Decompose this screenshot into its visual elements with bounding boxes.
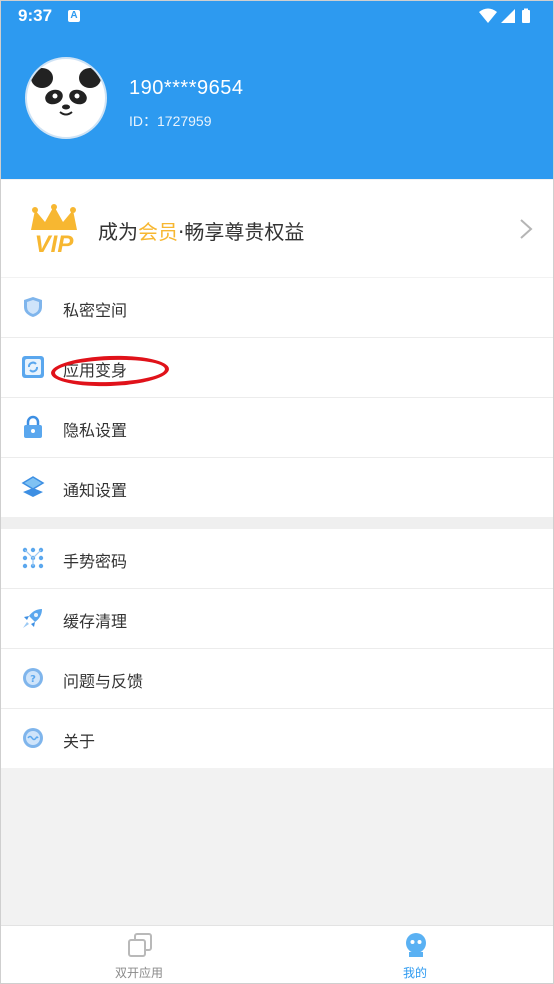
info-icon <box>23 728 43 748</box>
lock-icon <box>24 415 42 438</box>
tab-label: 我的 <box>402 966 427 980</box>
chevron-right-icon <box>520 219 533 239</box>
svg-text:VIP: VIP <box>35 231 75 258</box>
dual-apps-icon <box>128 933 152 957</box>
status-icons <box>479 8 530 23</box>
question-icon: ? <box>23 668 43 688</box>
refresh-icon <box>22 356 44 378</box>
vip-highlight: 会员 <box>138 220 178 244</box>
signal-icon <box>501 9 515 23</box>
vip-banner[interactable]: VIP 成为会员·畅享尊贵权益 <box>1 180 553 277</box>
bottom-nav: 双开应用 我的 <box>1 925 553 983</box>
tab-mine[interactable]: 我的 <box>277 926 553 983</box>
shield-icon <box>24 297 42 317</box>
user-id: ID：1727959 <box>129 113 212 129</box>
user-phone: 190****9654 <box>129 77 244 99</box>
section-divider <box>1 517 553 529</box>
status-bar: 9:37 A <box>1 1 553 31</box>
vip-promo-text: 成为会员·畅享尊贵权益 <box>98 216 304 245</box>
panda-avatar-icon <box>31 68 101 127</box>
menu-item-label: 隐私设置 <box>63 421 128 440</box>
vip-prefix: 成为 <box>98 220 138 244</box>
vip-crown-icon: VIP <box>31 204 77 258</box>
menu-item-private-space[interactable]: 私密空间 <box>1 278 553 337</box>
notification-badge: A <box>68 10 80 22</box>
tab-label: 双开应用 <box>114 966 163 980</box>
menu-item-label: 问题与反馈 <box>63 672 144 691</box>
menu-group-2: 手势密码 缓存清理 ? 问题与反馈 关于 <box>1 529 553 768</box>
menu-item-notification-settings[interactable]: 通知设置 <box>1 457 553 517</box>
tab-dual-apps[interactable]: 双开应用 <box>1 926 277 983</box>
gesture-icon <box>22 547 44 569</box>
avatar[interactable] <box>25 57 107 139</box>
menu-item-privacy-settings[interactable]: 隐私设置 <box>1 397 553 457</box>
wifi-icon <box>479 8 497 23</box>
menu-item-feedback[interactable]: ? 问题与反馈 <box>1 648 553 708</box>
menu-group-1: 私密空间 应用变身 隐私设置 通知设置 <box>1 278 553 517</box>
menu-item-label: 手势密码 <box>63 552 128 571</box>
menu-item-about[interactable]: 关于 <box>1 708 553 768</box>
menu-item-label: 私密空间 <box>63 301 128 320</box>
mascot-icon <box>406 933 426 957</box>
menu-item-label: 缓存清理 <box>63 612 128 631</box>
profile-header: 9:37 A 190****9654 ID：1727959 <box>1 1 553 179</box>
status-time: 9:37 <box>18 6 53 25</box>
layers-icon <box>21 476 45 497</box>
menu-item-label: 关于 <box>63 732 96 751</box>
rocket-icon <box>23 609 42 628</box>
svg-text:?: ? <box>30 674 36 685</box>
vip-suffix: ·畅享尊贵权益 <box>178 220 305 244</box>
menu-item-label: 通知设置 <box>63 481 128 500</box>
battery-icon <box>522 10 530 23</box>
menu-item-gesture-password[interactable]: 手势密码 <box>1 529 553 588</box>
app-screen: 9:37 A 190****9654 ID：1727959 VIP 成为会员·畅… <box>0 0 554 984</box>
menu-item-cache-clean[interactable]: 缓存清理 <box>1 588 553 648</box>
